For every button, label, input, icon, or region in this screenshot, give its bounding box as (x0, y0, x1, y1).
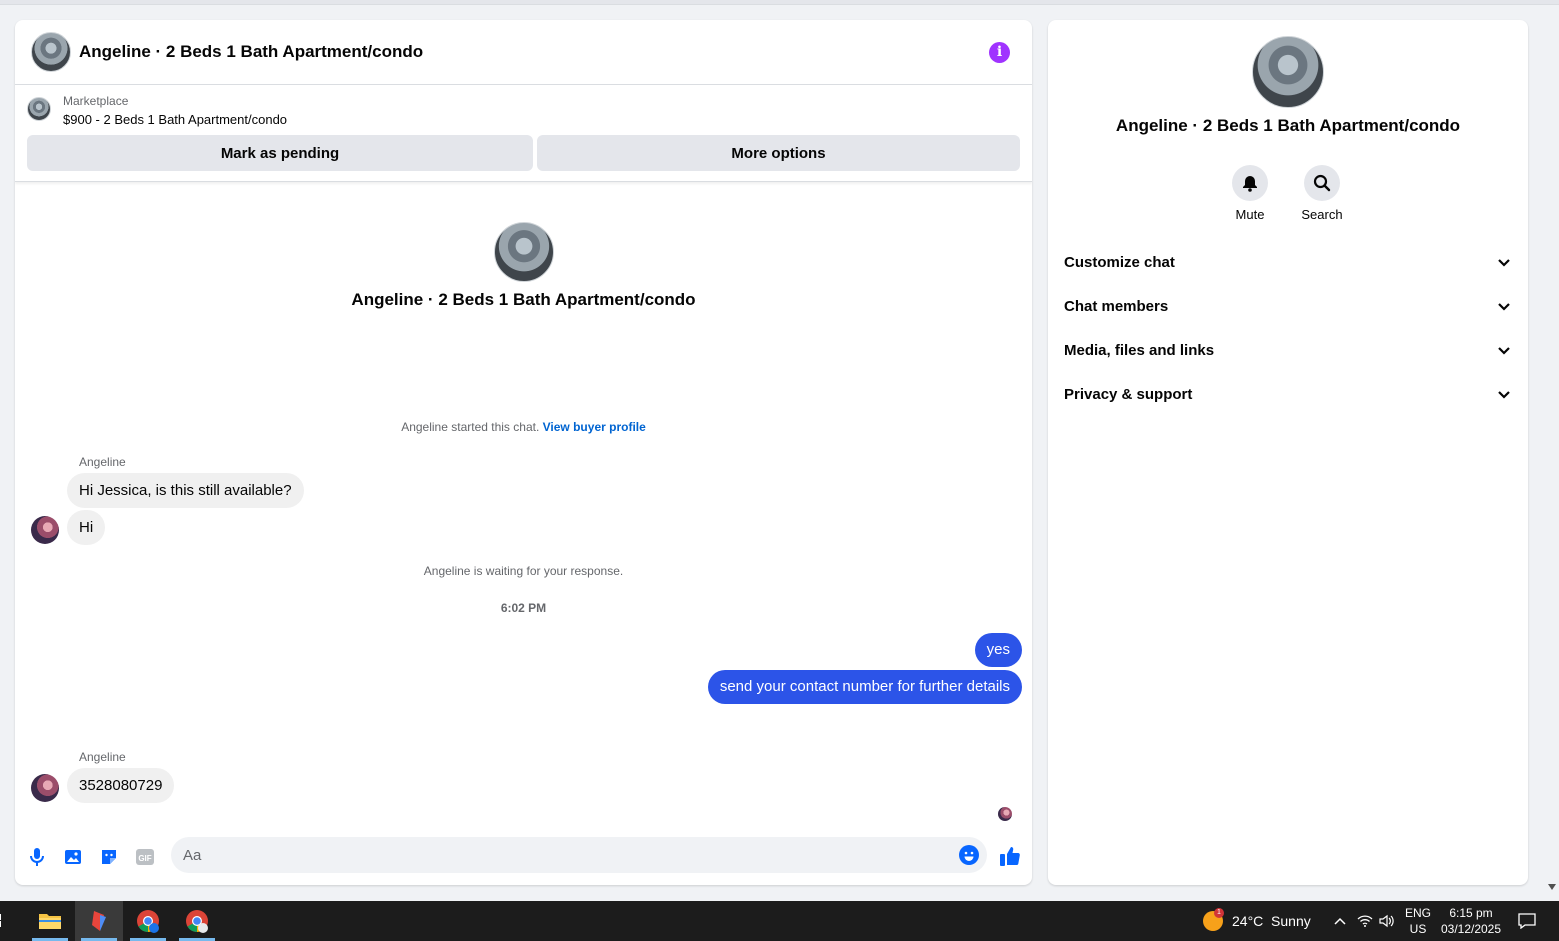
section-label: Chat members (1064, 297, 1169, 315)
microphone-icon[interactable] (26, 846, 48, 868)
language-code: ENG (1404, 906, 1431, 920)
gif-label: GIF (138, 854, 151, 863)
incoming-message[interactable]: 3528080729 (67, 768, 175, 803)
weather-text[interactable]: 24°C Sunny (1232, 913, 1311, 929)
mute-button[interactable]: Mute (1220, 165, 1280, 222)
chevron-down-icon (1498, 259, 1510, 267)
sender-avatar[interactable] (31, 516, 59, 544)
clock[interactable]: 6:15 pm 03/12/2025 (1438, 905, 1504, 937)
section-label: Privacy & support (1064, 385, 1193, 403)
listing-avatar[interactable] (31, 32, 71, 72)
mark-as-pending-button[interactable]: Mark as pending (27, 135, 533, 171)
windows-taskbar: 1 24°C Sunny ENG US 6:15 pm 03/12/2025 (0, 901, 1559, 941)
more-options-button[interactable]: More options (537, 135, 1020, 171)
clock-time: 6:15 pm (1449, 906, 1493, 920)
outgoing-message[interactable]: send your contact number for further det… (707, 670, 1022, 704)
message-input-container (171, 837, 987, 873)
chat-header: Angeline · 2 Beds 1 Bath Apartment/condo… (15, 20, 1032, 85)
chevron-up-icon[interactable] (1328, 901, 1352, 941)
incoming-message[interactable]: Hi (67, 510, 106, 545)
section-media-files-links[interactable]: Media, files and links (1056, 328, 1520, 372)
speaker-icon[interactable] (1376, 901, 1398, 941)
sidebar-avatar[interactable] (1252, 36, 1324, 108)
timestamp: 6:02 PM (500, 601, 547, 615)
message-list: Angeline · 2 Beds 1 Bath Apartment/condo… (15, 182, 1032, 832)
chat-started-text: Angeline started this chat. (401, 420, 540, 434)
listing-price-title[interactable]: $900 - 2 Beds 1 Bath Apartment/condo (63, 112, 287, 127)
chat-title[interactable]: Angeline · 2 Beds 1 Bath Apartment/condo (79, 42, 423, 62)
chrome-icon[interactable] (124, 901, 172, 941)
marketplace-listing-bar: Marketplace $900 - 2 Beds 1 Bath Apartme… (15, 85, 1032, 182)
message-composer: GIF (15, 832, 1032, 885)
wifi-icon[interactable] (1354, 901, 1376, 941)
seen-indicator-avatar (998, 807, 1012, 821)
waiting-notice: Angeline is waiting for your response. (423, 564, 624, 578)
search-label: Search (1301, 207, 1343, 222)
section-chat-members[interactable]: Chat members (1056, 284, 1520, 328)
chevron-down-icon (1498, 391, 1510, 399)
chat-panel: Angeline · 2 Beds 1 Bath Apartment/condo… (15, 20, 1032, 885)
sticker-icon[interactable] (98, 846, 120, 868)
search-icon (1304, 165, 1340, 201)
sender-name: Angeline (79, 750, 126, 764)
chat-started-notice: Angeline started this chat. View buyer p… (15, 420, 1032, 434)
mute-label: Mute (1235, 207, 1265, 222)
info-icon[interactable]: i (989, 42, 1010, 63)
file-explorer-icon[interactable] (26, 901, 74, 941)
region-code: US (1409, 922, 1427, 936)
clock-date: 03/12/2025 (1440, 922, 1502, 936)
input-language[interactable]: ENG US (1400, 905, 1436, 937)
sidebar-title: Angeline · 2 Beds 1 Bath Apartment/condo (1115, 116, 1461, 135)
gif-icon[interactable]: GIF (134, 846, 156, 868)
intro-avatar (494, 222, 554, 282)
pinned-app-icon[interactable] (75, 901, 123, 941)
photo-icon[interactable] (62, 846, 84, 868)
outgoing-message[interactable]: yes (974, 633, 1022, 667)
incoming-message[interactable]: Hi Jessica, is this still available? (67, 473, 304, 508)
weather-badge: 1 (1214, 908, 1224, 918)
search-button[interactable]: Search (1292, 165, 1352, 222)
section-customize-chat[interactable]: Customize chat (1056, 240, 1520, 284)
scrollbar-down-arrow[interactable] (1548, 884, 1556, 890)
intro-title: Angeline · 2 Beds 1 Bath Apartment/condo (351, 290, 696, 309)
start-edge[interactable] (0, 901, 12, 941)
chrome-profile-icon[interactable] (173, 901, 221, 941)
listing-thumbnail[interactable] (27, 97, 51, 121)
chevron-down-icon (1498, 347, 1510, 355)
emoji-icon[interactable] (959, 845, 979, 865)
listing-label: Marketplace (63, 94, 129, 108)
chat-info-sidebar: Angeline · 2 Beds 1 Bath Apartment/condo… (1048, 20, 1528, 885)
notification-icon[interactable] (1512, 901, 1542, 941)
bell-icon (1232, 165, 1268, 201)
chevron-down-icon (1498, 303, 1510, 311)
sender-name: Angeline (79, 455, 126, 469)
view-buyer-profile-link[interactable]: View buyer profile (543, 420, 646, 434)
message-input[interactable] (171, 837, 931, 873)
browser-top-bar (0, 0, 1559, 5)
section-label: Media, files and links (1064, 341, 1215, 359)
sender-avatar[interactable] (31, 774, 59, 802)
thumbs-up-icon[interactable] (998, 844, 1022, 868)
section-privacy-support[interactable]: Privacy & support (1056, 372, 1520, 416)
section-label: Customize chat (1064, 253, 1175, 271)
